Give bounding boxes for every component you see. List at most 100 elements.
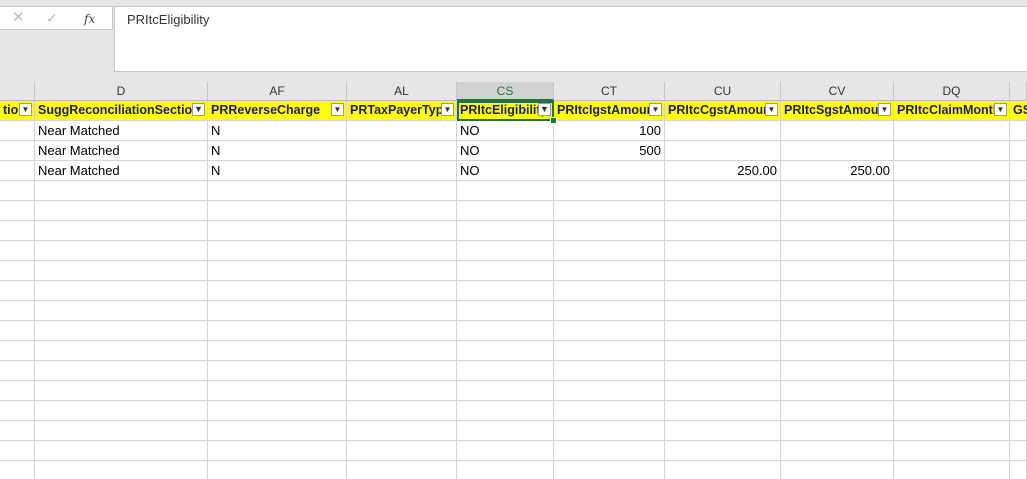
column-letter-AF[interactable]: AF bbox=[208, 82, 347, 101]
grid-cell[interactable] bbox=[665, 201, 781, 221]
grid-cell[interactable] bbox=[457, 421, 554, 441]
grid-cell[interactable] bbox=[347, 221, 457, 241]
grid-cell[interactable] bbox=[457, 281, 554, 301]
grid-cell[interactable] bbox=[208, 241, 347, 261]
grid-cell[interactable] bbox=[35, 321, 208, 341]
grid-cell[interactable] bbox=[894, 341, 1010, 361]
grid-cell[interactable] bbox=[665, 321, 781, 341]
grid-cell[interactable] bbox=[208, 381, 347, 401]
grid-cell[interactable] bbox=[554, 161, 665, 181]
grid-cell[interactable] bbox=[894, 221, 1010, 241]
grid-cell[interactable]: 250.00 bbox=[665, 161, 781, 181]
grid-cell[interactable]: Near Matched bbox=[35, 161, 208, 181]
grid-cell[interactable] bbox=[1010, 221, 1027, 241]
grid-cell[interactable] bbox=[457, 241, 554, 261]
grid-cell[interactable] bbox=[1010, 341, 1027, 361]
grid-cell[interactable] bbox=[457, 181, 554, 201]
grid-cell[interactable] bbox=[1010, 201, 1027, 221]
grid-cell[interactable] bbox=[894, 121, 1010, 141]
grid-cell[interactable] bbox=[0, 241, 35, 261]
grid-cell[interactable] bbox=[894, 261, 1010, 281]
grid-cell[interactable] bbox=[665, 221, 781, 241]
grid-cell[interactable] bbox=[208, 201, 347, 221]
grid-cell[interactable] bbox=[554, 321, 665, 341]
enter-icon[interactable]: ✓ bbox=[46, 9, 58, 27]
grid-cell[interactable] bbox=[1010, 181, 1027, 201]
grid-cell[interactable] bbox=[1010, 261, 1027, 281]
grid-cell[interactable] bbox=[1010, 121, 1027, 141]
filter-active-icon[interactable]: ▼ bbox=[538, 103, 551, 116]
grid-cell[interactable] bbox=[347, 361, 457, 381]
grid-cell[interactable] bbox=[1010, 421, 1027, 441]
worksheet-grid[interactable]: tio ▼ SuggReconciliationSection ▼ PRReverseC… bbox=[0, 101, 1027, 479]
grid-cell[interactable] bbox=[781, 301, 894, 321]
grid-cell[interactable] bbox=[0, 161, 35, 181]
header-cell[interactable]: PRItcEligibility ▼ bbox=[457, 101, 554, 121]
grid-cell[interactable] bbox=[0, 361, 35, 381]
column-letter-CV[interactable]: CV bbox=[781, 82, 894, 101]
grid-cell[interactable] bbox=[0, 401, 35, 421]
grid-cell[interactable] bbox=[665, 261, 781, 281]
grid-cell[interactable] bbox=[347, 441, 457, 461]
grid-cell[interactable] bbox=[781, 201, 894, 221]
grid-cell[interactable] bbox=[781, 221, 894, 241]
grid-cell[interactable] bbox=[457, 441, 554, 461]
grid-cell[interactable] bbox=[0, 261, 35, 281]
grid-cell[interactable] bbox=[665, 401, 781, 421]
grid-cell[interactable] bbox=[35, 301, 208, 321]
grid-cell[interactable]: Near Matched bbox=[35, 121, 208, 141]
grid-cell[interactable]: N bbox=[208, 141, 347, 161]
grid-cell[interactable] bbox=[0, 461, 35, 479]
grid-cell[interactable] bbox=[208, 301, 347, 321]
grid-cell[interactable] bbox=[35, 241, 208, 261]
grid-cell[interactable] bbox=[554, 181, 665, 201]
column-letter-DQ[interactable]: DQ bbox=[894, 82, 1010, 101]
grid-cell[interactable]: 100 bbox=[554, 121, 665, 141]
grid-cell[interactable] bbox=[35, 341, 208, 361]
grid-cell[interactable] bbox=[347, 321, 457, 341]
grid-cell[interactable] bbox=[208, 441, 347, 461]
grid-cell[interactable] bbox=[781, 441, 894, 461]
grid-cell[interactable] bbox=[665, 241, 781, 261]
grid-cell[interactable] bbox=[347, 121, 457, 141]
grid-cell[interactable] bbox=[665, 121, 781, 141]
grid-cell[interactable] bbox=[347, 301, 457, 321]
grid-cell[interactable]: 250.00 bbox=[781, 161, 894, 181]
grid-cell[interactable] bbox=[781, 461, 894, 479]
grid-cell[interactable] bbox=[347, 281, 457, 301]
grid-cell[interactable] bbox=[781, 421, 894, 441]
grid-cell[interactable] bbox=[894, 421, 1010, 441]
grid-cell[interactable] bbox=[35, 401, 208, 421]
grid-cell[interactable] bbox=[1010, 321, 1027, 341]
grid-cell[interactable] bbox=[35, 221, 208, 241]
grid-cell[interactable] bbox=[347, 381, 457, 401]
grid-cell[interactable] bbox=[0, 281, 35, 301]
grid-cell[interactable] bbox=[894, 361, 1010, 381]
grid-cell[interactable] bbox=[894, 441, 1010, 461]
header-cell[interactable]: GS bbox=[1010, 101, 1027, 121]
grid-cell[interactable] bbox=[665, 361, 781, 381]
grid-cell[interactable] bbox=[554, 201, 665, 221]
filter-dropdown-icon[interactable]: ▼ bbox=[441, 103, 454, 116]
filter-active-icon[interactable]: ▼ bbox=[192, 103, 205, 116]
grid-cell[interactable] bbox=[347, 161, 457, 181]
grid-cell[interactable] bbox=[894, 241, 1010, 261]
grid-cell[interactable] bbox=[554, 281, 665, 301]
grid-cell[interactable]: Near Matched bbox=[35, 141, 208, 161]
grid-cell[interactable] bbox=[35, 281, 208, 301]
column-letter-edge-0[interactable] bbox=[0, 82, 35, 101]
grid-cell[interactable] bbox=[0, 201, 35, 221]
grid-cell[interactable] bbox=[1010, 161, 1027, 181]
filter-dropdown-icon[interactable]: ▼ bbox=[878, 103, 891, 116]
grid-cell[interactable] bbox=[781, 261, 894, 281]
grid-cell[interactable] bbox=[347, 461, 457, 479]
grid-cell[interactable] bbox=[457, 321, 554, 341]
grid-cell[interactable] bbox=[665, 461, 781, 479]
grid-cell[interactable] bbox=[457, 361, 554, 381]
grid-cell[interactable] bbox=[0, 141, 35, 161]
grid-cell[interactable] bbox=[781, 381, 894, 401]
grid-cell[interactable] bbox=[894, 461, 1010, 479]
grid-cell[interactable] bbox=[0, 121, 35, 141]
grid-cell[interactable] bbox=[208, 321, 347, 341]
grid-cell[interactable] bbox=[554, 301, 665, 321]
